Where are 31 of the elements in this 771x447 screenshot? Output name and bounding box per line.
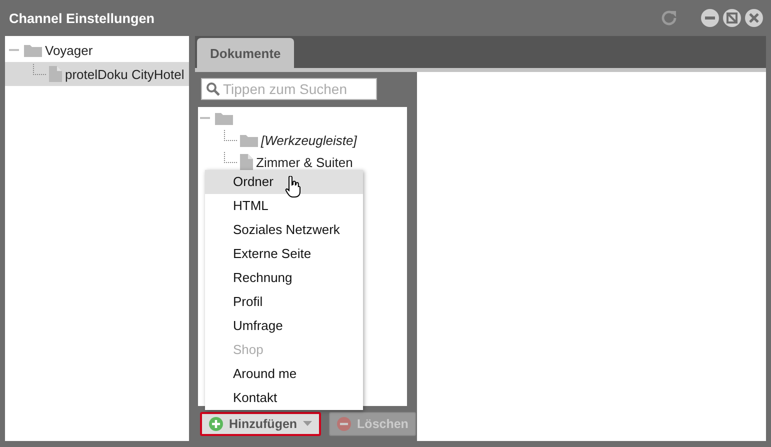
maximize-icon[interactable] xyxy=(723,9,741,27)
folder-icon xyxy=(24,44,42,56)
add-button[interactable]: Hinzufügen xyxy=(200,412,322,436)
menu-item[interactable]: Umfrage xyxy=(205,314,363,338)
minus-icon xyxy=(337,417,352,431)
plus-icon xyxy=(209,417,223,431)
tab[interactable]: Dokumente xyxy=(197,38,294,68)
tree-item[interactable]: Voyager xyxy=(5,38,189,62)
document-icon xyxy=(49,66,62,82)
minimize-icon[interactable] xyxy=(701,9,719,27)
menu-item[interactable]: Soziales Netzwerk xyxy=(205,218,363,242)
document-icon xyxy=(240,154,253,170)
hand-cursor-icon xyxy=(285,176,301,198)
menu-item[interactable]: Externe Seite xyxy=(205,242,363,266)
tree-item[interactable]: [Werkzeugleiste] xyxy=(261,132,357,148)
menu-item[interactable]: Rechnung xyxy=(205,266,363,290)
search-icon xyxy=(206,82,220,96)
menu-item[interactable]: Ordner xyxy=(205,170,363,194)
tree-item[interactable]: Zimmer & Suiten xyxy=(256,154,353,170)
tree-item[interactable]: protelDoku CityHotel xyxy=(5,62,189,86)
caret-icon xyxy=(303,421,312,427)
close-icon[interactable] xyxy=(745,9,763,27)
folder-icon xyxy=(240,134,258,146)
search-field[interactable]: Tippen zum Suchen xyxy=(201,78,377,100)
menu-item[interactable]: Profil xyxy=(205,290,363,314)
refresh-icon[interactable] xyxy=(659,8,679,28)
window-title: Channel Einstellungen xyxy=(9,10,155,26)
folder-icon xyxy=(215,112,233,124)
menu-item[interactable]: Around me xyxy=(205,362,363,386)
menu-item[interactable]: HTML xyxy=(205,194,363,218)
menu-item[interactable]: Kontakt xyxy=(205,386,363,410)
